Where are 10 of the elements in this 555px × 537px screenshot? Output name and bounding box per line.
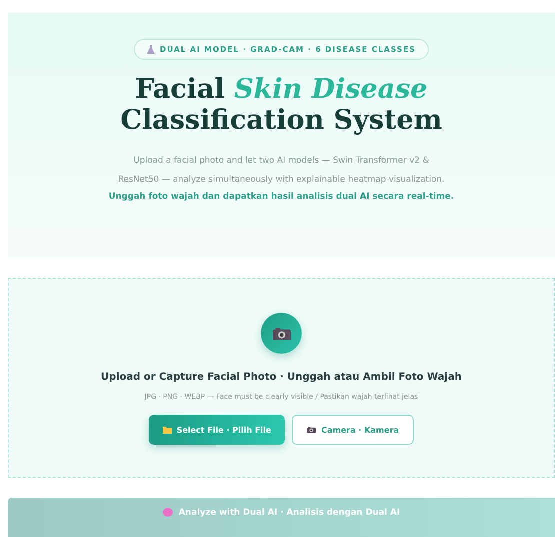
folder-icon	[162, 426, 172, 434]
upload-title: Upload or Capture Facial Photo · Unggah atau Ambil Foto Wajah	[101, 372, 462, 384]
page-title: Facial Skin Disease Classification System	[120, 74, 444, 136]
select-file-button[interactable]: Select File · Pilih File	[148, 415, 286, 446]
description-text: Upload a facial photo and let two AI models — Swin Transformer v2 & ResNet50 — analyze simultaneously with explainable heatmap visualization.	[117, 155, 446, 187]
camera-icon	[272, 328, 290, 340]
flask-icon	[147, 45, 155, 54]
camera-button[interactable]: Camera · Kamera	[292, 415, 414, 446]
camera-icon	[307, 427, 316, 434]
tagline-text: Unggah foto wajah dan dapatkan hasil analisis dual AI secara real-time.	[108, 192, 454, 202]
